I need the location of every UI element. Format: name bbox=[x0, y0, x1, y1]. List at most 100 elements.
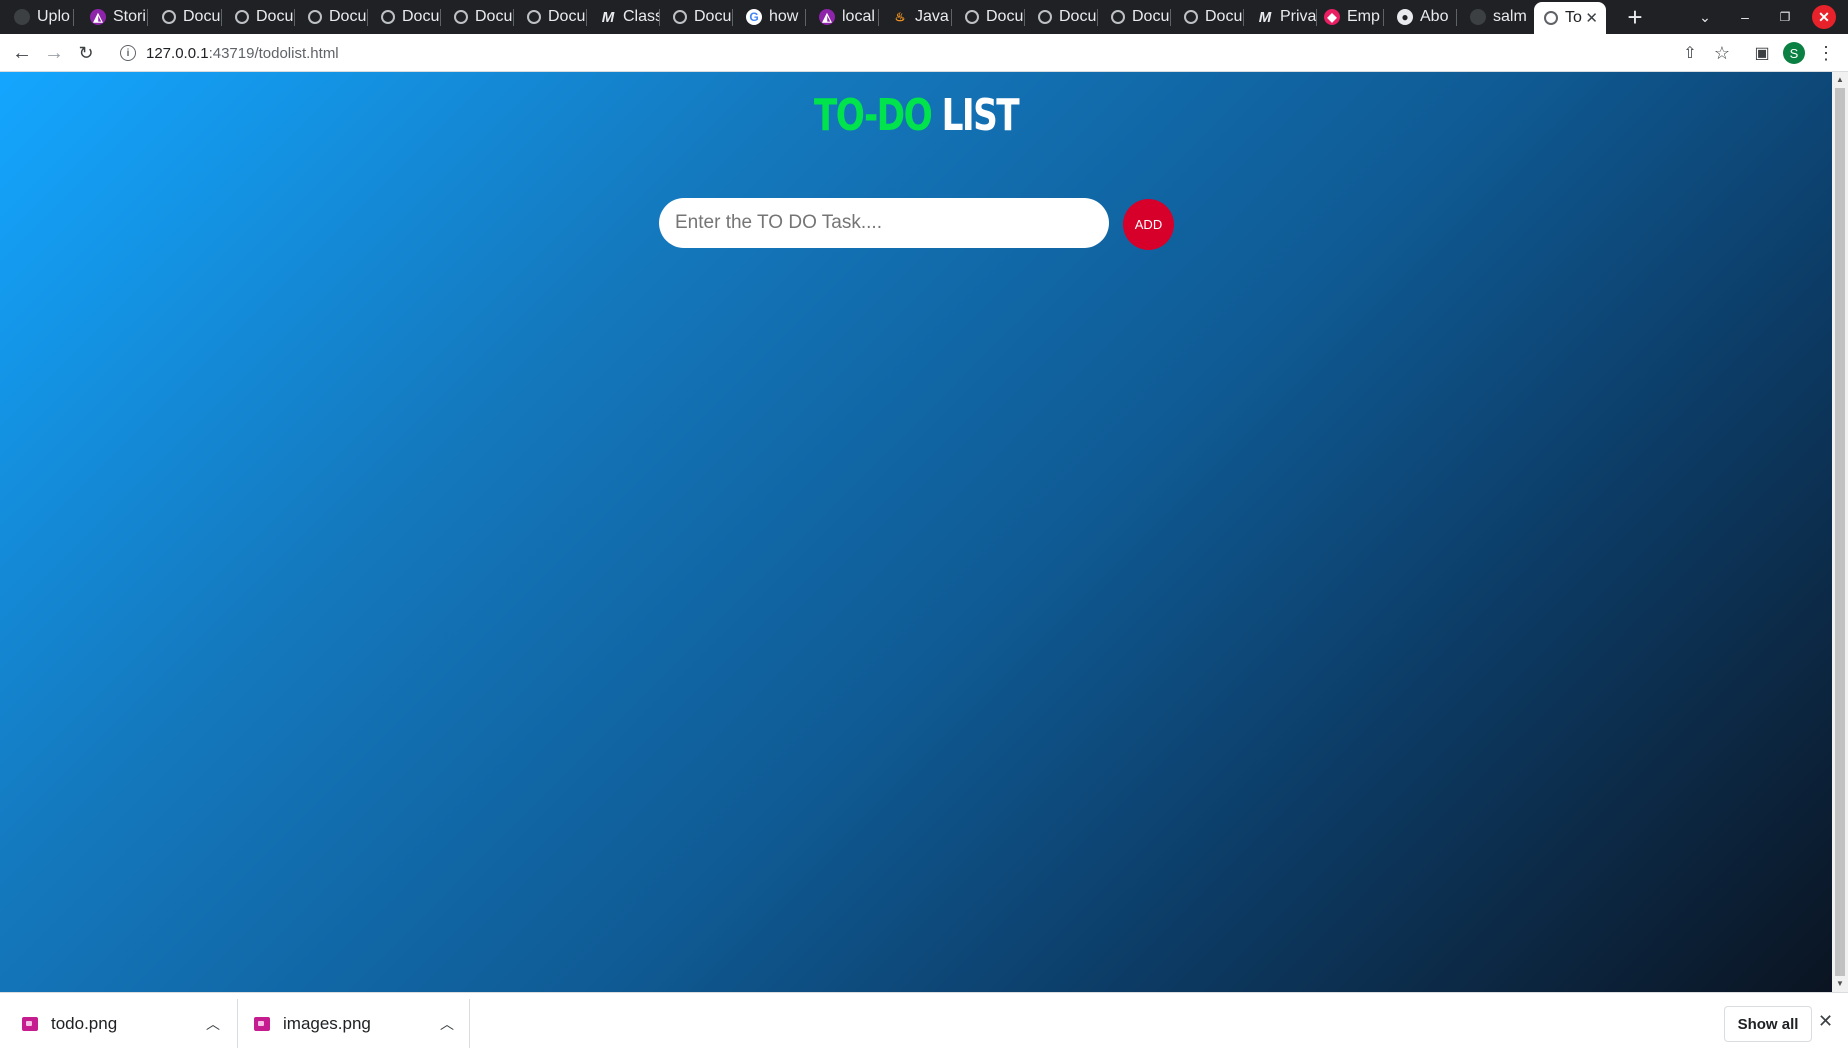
share-icon[interactable]: ⇧ bbox=[1676, 39, 1704, 67]
tab-10[interactable]: Ghow bbox=[746, 0, 806, 34]
vertical-scrollbar[interactable]: ▲ ▼ bbox=[1832, 72, 1848, 992]
download-shelf: todo.png ︿ images.png ︿ Show all ✕ bbox=[0, 992, 1848, 1053]
tab-label: Docu bbox=[183, 8, 221, 25]
new-tab-button[interactable]: + bbox=[1618, 0, 1652, 34]
radio-icon bbox=[673, 10, 687, 24]
page-title: TO-DO LIST bbox=[202, 90, 1631, 141]
tab-search-icon[interactable]: ⌄ bbox=[1688, 0, 1722, 34]
minimize-icon[interactable]: – bbox=[1728, 0, 1762, 34]
tab-label: Docu bbox=[1132, 8, 1170, 25]
scroll-down-icon[interactable]: ▼ bbox=[1836, 979, 1844, 988]
menu-kebab-icon[interactable]: ⋮ bbox=[1812, 39, 1840, 67]
window-close-icon[interactable]: ✕ bbox=[1812, 5, 1836, 29]
tab-label: Uplo bbox=[37, 8, 70, 25]
tab-label: Class bbox=[623, 8, 660, 25]
tab-11[interactable]: ◭ local bbox=[819, 0, 879, 34]
tab-16[interactable]: Docu bbox=[1184, 0, 1244, 34]
tab-label: Docu bbox=[1059, 8, 1097, 25]
site-info-icon[interactable]: i bbox=[120, 45, 136, 61]
radio-icon bbox=[235, 10, 249, 24]
tab-15[interactable]: Docu bbox=[1111, 0, 1171, 34]
bookmark-star-icon[interactable]: ☆ bbox=[1708, 39, 1736, 67]
download-filename: images.png bbox=[283, 1013, 371, 1033]
tab-label: Stori bbox=[113, 8, 146, 25]
tab-label: Docu bbox=[694, 8, 732, 25]
medium-icon: M bbox=[1258, 8, 1272, 26]
address-bar[interactable]: i 127.0.0.1:43719/todolist.html bbox=[108, 37, 1708, 69]
url-host: 127.0.0.1 bbox=[146, 44, 209, 62]
download-item[interactable]: images.png ︿ bbox=[254, 999, 454, 1048]
tab-20[interactable]: salm bbox=[1470, 0, 1528, 34]
tab-label: Docu bbox=[986, 8, 1024, 25]
tab-6[interactable]: Docu bbox=[454, 0, 514, 34]
chevron-up-icon[interactable]: ︿ bbox=[440, 1014, 454, 1034]
tab-label: how bbox=[769, 8, 799, 25]
image-file-icon bbox=[254, 1016, 270, 1031]
title-accent: TO-DO bbox=[813, 90, 933, 141]
tab-2[interactable]: Docu bbox=[162, 0, 222, 34]
tab-13[interactable]: Docu bbox=[965, 0, 1025, 34]
radio-icon bbox=[1184, 10, 1198, 24]
radio-icon bbox=[162, 10, 176, 24]
image-file-icon bbox=[22, 1016, 38, 1031]
github-icon: ● bbox=[1397, 9, 1413, 25]
github-icon bbox=[14, 9, 30, 25]
google-icon: G bbox=[746, 9, 762, 25]
tab-strip: Uplo ◭ Stori Docu Docu Docu Docu Docu Doc… bbox=[0, 0, 1848, 34]
tab-19[interactable]: ● Abo bbox=[1397, 0, 1457, 34]
radio-icon bbox=[1111, 10, 1125, 24]
tab-label: Docu bbox=[402, 8, 440, 25]
purple-app-icon: ◭ bbox=[819, 9, 835, 25]
radio-icon bbox=[1544, 11, 1558, 25]
tab-label: To bbox=[1565, 9, 1582, 26]
url-path: :43719/todolist.html bbox=[208, 44, 339, 62]
task-input[interactable] bbox=[659, 198, 1109, 248]
tab-5[interactable]: Docu bbox=[381, 0, 441, 34]
java-icon: ♨ bbox=[894, 10, 906, 24]
tab-label: Priva bbox=[1280, 8, 1317, 25]
tab-label: Emp bbox=[1347, 8, 1380, 25]
profile-avatar[interactable]: S bbox=[1783, 42, 1805, 64]
reload-icon[interactable]: ↻ bbox=[72, 39, 100, 67]
tab-label: Docu bbox=[329, 8, 367, 25]
radio-icon bbox=[527, 10, 541, 24]
restore-icon[interactable]: ❐ bbox=[1768, 0, 1802, 34]
pink-app-icon: ◆ bbox=[1324, 9, 1340, 25]
add-button[interactable]: ADD bbox=[1123, 199, 1174, 250]
tab-8[interactable]: M Class bbox=[600, 0, 660, 34]
show-all-button[interactable]: Show all bbox=[1724, 1006, 1812, 1042]
medium-icon: M bbox=[601, 8, 615, 26]
close-icon[interactable]: ✕ bbox=[1818, 1011, 1833, 1032]
tab-4[interactable]: Docu bbox=[308, 0, 368, 34]
radio-icon bbox=[308, 10, 322, 24]
scroll-up-icon[interactable]: ▲ bbox=[1836, 75, 1844, 84]
close-icon[interactable]: ✕ bbox=[1585, 9, 1598, 27]
tab-label: Docu bbox=[1205, 8, 1243, 25]
radio-icon bbox=[1038, 10, 1052, 24]
tab-label: Docu bbox=[475, 8, 513, 25]
tab-0[interactable]: Uplo bbox=[14, 0, 74, 34]
tab-17[interactable]: M Priva bbox=[1257, 0, 1317, 34]
tab-label: Docu bbox=[256, 8, 294, 25]
download-item[interactable]: todo.png ︿ bbox=[22, 999, 222, 1048]
scrollbar-thumb[interactable] bbox=[1835, 88, 1845, 976]
tab-12[interactable]: ♨ Java bbox=[892, 0, 952, 34]
radio-icon bbox=[454, 10, 468, 24]
forward-icon[interactable]: → bbox=[40, 39, 68, 67]
side-panel-icon[interactable]: ▣ bbox=[1748, 39, 1776, 67]
tab-3[interactable]: Docu bbox=[235, 0, 295, 34]
tab-label: Abo bbox=[1420, 8, 1449, 25]
radio-icon bbox=[965, 10, 979, 24]
tab-1[interactable]: ◭ Stori bbox=[90, 0, 148, 34]
tab-14[interactable]: Docu bbox=[1038, 0, 1098, 34]
tab-7[interactable]: Docu bbox=[527, 0, 587, 34]
download-filename: todo.png bbox=[51, 1013, 118, 1033]
tab-active[interactable]: To ✕ bbox=[1534, 2, 1606, 34]
chevron-up-icon[interactable]: ︿ bbox=[206, 1014, 220, 1034]
tab-label: local bbox=[842, 8, 875, 25]
back-icon[interactable]: ← bbox=[8, 39, 36, 67]
tab-label: Docu bbox=[548, 8, 586, 25]
tab-18[interactable]: ◆ Emp bbox=[1324, 0, 1384, 34]
tab-9[interactable]: Docu bbox=[673, 0, 733, 34]
browser-toolbar: ← → ↻ i 127.0.0.1:43719/todolist.html ⇧ … bbox=[0, 34, 1848, 72]
